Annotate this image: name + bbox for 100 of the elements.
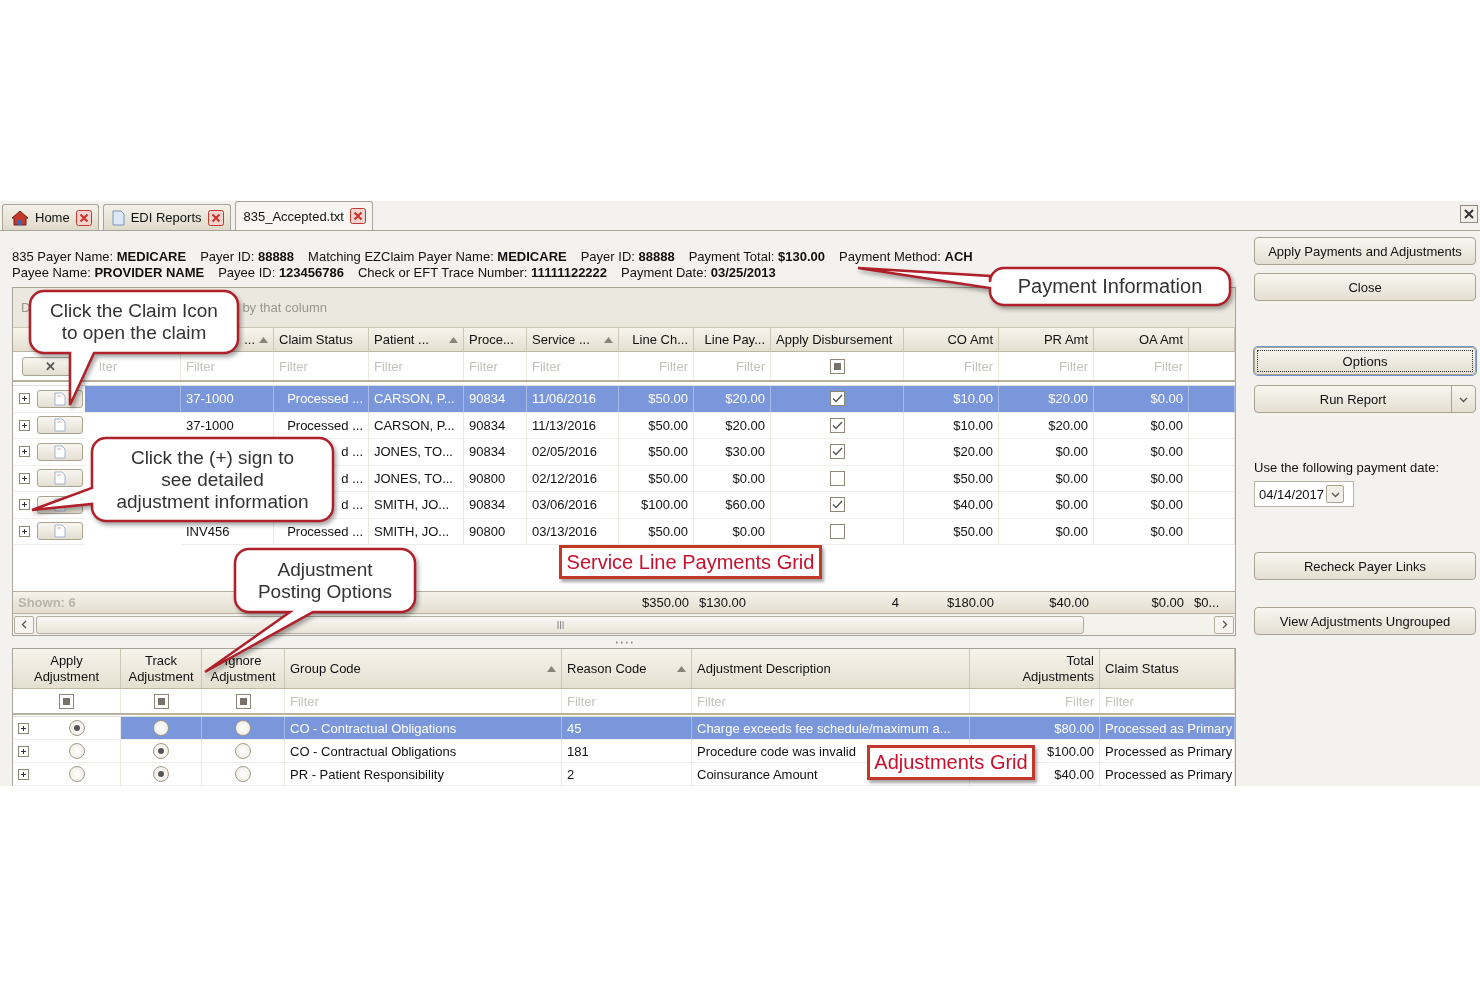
- run-report-button[interactable]: Run Report: [1255, 386, 1451, 412]
- column-header[interactable]: Line Ch...: [619, 328, 694, 352]
- column-header[interactable]: PR Amt: [999, 328, 1094, 352]
- date-field[interactable]: 04/14/2017: [1254, 481, 1354, 507]
- column-header[interactable]: Apply Disbursement: [771, 328, 904, 352]
- table-cell: 90834: [464, 492, 527, 519]
- column-header[interactable]: Track Adjustment: [121, 649, 202, 689]
- column-header[interactable]: CO Amt: [904, 328, 999, 352]
- table-cell: $40.00: [904, 492, 999, 519]
- column-header[interactable]: Line Pay...: [694, 328, 771, 352]
- table-cell: $0.00: [694, 518, 771, 545]
- table-cell: 03/06/2016: [527, 492, 619, 519]
- table-cell: 37-1000: [181, 386, 274, 413]
- table-cell: $20.00: [694, 412, 771, 439]
- table-cell: $0.00: [1094, 412, 1189, 439]
- table-cell: $0.00: [1094, 492, 1189, 519]
- table-cell: $50.00: [619, 439, 694, 466]
- column-header[interactable]: Adjustment Description: [692, 649, 970, 689]
- payment-info-text: Payment Total: $130.00: [688, 248, 826, 264]
- table-cell: $30.00: [694, 439, 771, 466]
- total-text: $130.00: [699, 595, 746, 610]
- table-cell: CO - Contractual Obligations: [285, 740, 562, 763]
- table-cell: 11/06/2016: [527, 386, 619, 413]
- table-cell: $0.00: [999, 492, 1094, 519]
- payment-info-text: Payer ID: 88888: [580, 248, 675, 264]
- payment-info-text: Payee ID: 123456786: [218, 264, 344, 280]
- table-cell: $50.00: [904, 465, 999, 492]
- close-button[interactable]: Close: [1254, 273, 1476, 301]
- table-cell: PR - Patient Responsibility: [285, 763, 562, 786]
- table-cell: 2: [562, 763, 692, 786]
- table-row-highlight[interactable]: CARSON, P...: [369, 412, 464, 439]
- table-cell: 90834: [464, 412, 527, 439]
- table-cell: 11/13/2016: [527, 412, 619, 439]
- table-cell: 02/12/2016: [527, 465, 619, 492]
- table-cell: $0.00: [999, 439, 1094, 466]
- total-text: $40.00: [1049, 595, 1089, 610]
- table-cell: 181: [562, 740, 692, 763]
- column-header[interactable]: Group Code: [285, 649, 562, 689]
- table-cell: $0.00: [999, 518, 1094, 545]
- table-cell: $20.00: [694, 386, 771, 413]
- column-header[interactable]: Service ...: [527, 328, 619, 352]
- table-cell: $50.00: [904, 518, 999, 545]
- table-row-highlight[interactable]: JONES, TO...: [369, 439, 464, 466]
- payment-info-text: Payer ID: 88888: [200, 248, 295, 264]
- table-cell: CO - Contractual Obligations: [285, 717, 562, 740]
- table-cell: $0.00: [1094, 439, 1189, 466]
- column-header[interactable]: OA Amt: [1094, 328, 1189, 352]
- table-cell: $10.00: [904, 412, 999, 439]
- table-cell: 03/13/2016: [527, 518, 619, 545]
- column-header[interactable]: Apply Adjustment: [13, 649, 121, 689]
- grid-label: Service Line Payments Grid: [559, 545, 822, 579]
- total-text: 4: [891, 595, 899, 610]
- total-text: $180.00: [947, 595, 994, 610]
- apply-payments-button[interactable]: Apply Payments and Adjustments: [1254, 237, 1476, 265]
- total-text: $0...: [1194, 595, 1220, 610]
- table-cell: $50.00: [619, 412, 694, 439]
- table-cell: 90834: [464, 439, 527, 466]
- table-row-highlight[interactable]: SMITH, JO...: [369, 492, 464, 519]
- table-cell: $0.00: [1094, 518, 1189, 545]
- table-cell: 90834: [464, 386, 527, 413]
- table-cell: 02/05/2016: [527, 439, 619, 466]
- tab[interactable]: 835_Accepted.txt: [234, 201, 373, 230]
- table-cell: $50.00: [619, 465, 694, 492]
- column-header[interactable]: Patient ...: [369, 328, 464, 352]
- payment-info-text: Matching EZClaim Payer Name: MEDICARE: [308, 248, 567, 264]
- table-cell: $0.00: [1094, 386, 1189, 413]
- tab[interactable]: EDI Reports: [102, 204, 231, 230]
- column-header[interactable]: Claim Status: [1100, 649, 1235, 689]
- table-row-highlight[interactable]: JONES, TO...: [369, 465, 464, 492]
- table-cell: $50.00: [619, 518, 694, 545]
- column-header[interactable]: Total Adjustments: [970, 649, 1100, 689]
- column-header[interactable]: Reason Code: [562, 649, 692, 689]
- table-cell: $20.00: [999, 412, 1094, 439]
- table-cell: 90800: [464, 465, 527, 492]
- table-cell: 45: [562, 717, 692, 740]
- table-cell: $80.00: [970, 717, 1100, 740]
- table-cell: Processed as Primary: [1100, 717, 1235, 740]
- table-row-highlight[interactable]: SMITH, JO...: [369, 518, 464, 545]
- payment-info-text: Payee Name: PROVIDER NAME: [12, 264, 205, 280]
- table-cell: $20.00: [999, 386, 1094, 413]
- tab[interactable]: Home: [2, 204, 99, 230]
- payment-info-text: Payment Date: 03/25/2013: [621, 264, 776, 280]
- grid-label: Adjustments Grid: [867, 745, 1035, 780]
- column-header[interactable]: Claim Status: [274, 328, 369, 352]
- table-cell: $0.00: [1094, 465, 1189, 492]
- table-cell: $0.00: [999, 465, 1094, 492]
- total-text: $0.00: [1151, 595, 1184, 610]
- table-cell: Processed as Primary: [1100, 763, 1235, 786]
- table-cell: Charge exceeds fee schedule/maximum a...: [692, 717, 970, 740]
- table-cell: 90800: [464, 518, 527, 545]
- table-cell: $100.00: [619, 492, 694, 519]
- view-adjustments-button[interactable]: View Adjustments Ungrouped: [1254, 607, 1476, 635]
- table-cell: $0.00: [694, 465, 771, 492]
- table-cell: $10.00: [904, 386, 999, 413]
- column-header[interactable]: Proce...: [464, 328, 527, 352]
- table-cell: $20.00: [904, 439, 999, 466]
- options-button[interactable]: Options: [1254, 347, 1476, 375]
- group-hint-text: by that column: [242, 300, 327, 315]
- recheck-payer-links-button[interactable]: Recheck Payer Links: [1254, 552, 1476, 580]
- payment-info-text: 835 Payer Name: MEDICARE: [12, 248, 187, 264]
